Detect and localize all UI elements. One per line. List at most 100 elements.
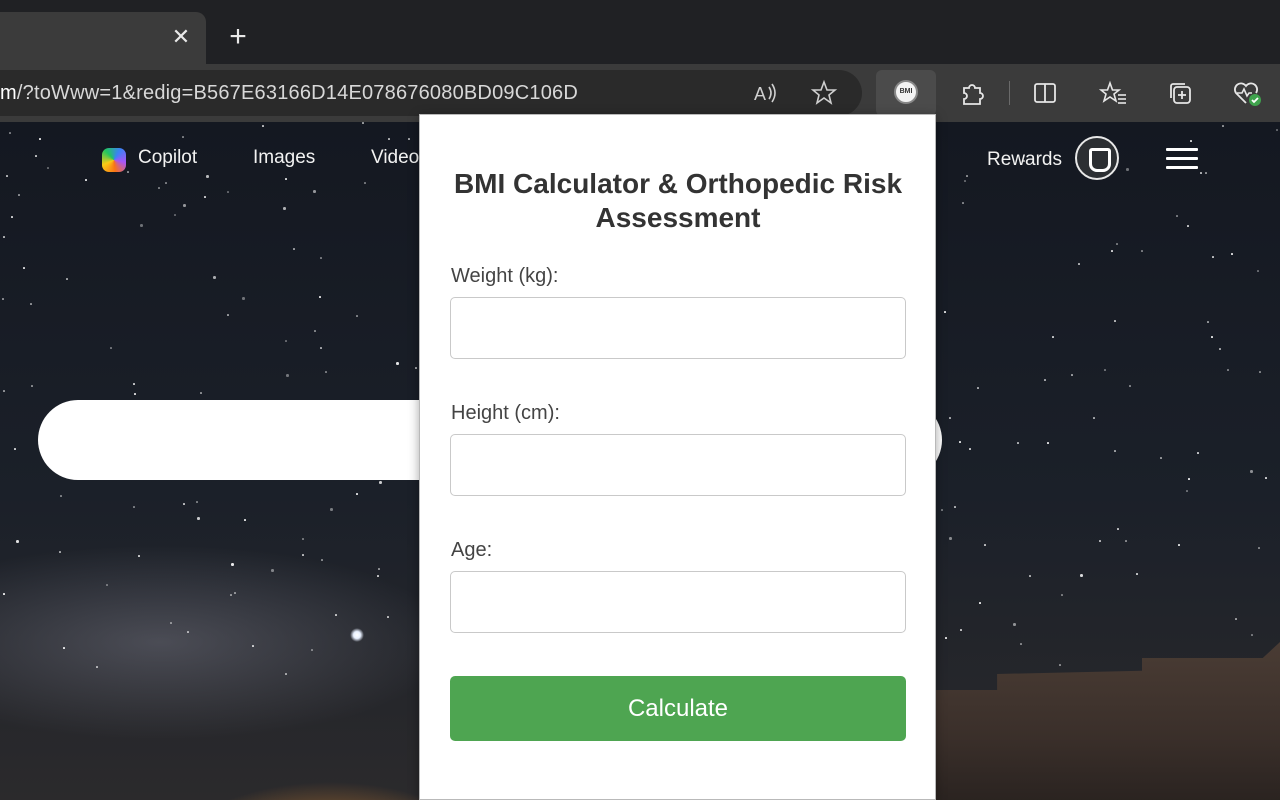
favorites-list-icon	[1098, 80, 1126, 104]
rewards-link[interactable]: Rewards	[987, 149, 1062, 171]
star	[320, 257, 322, 259]
star	[293, 248, 295, 250]
popup-title: BMI Calculator & Orthopedic Risk Assessm…	[453, 168, 903, 233]
star	[213, 276, 216, 279]
star	[1125, 540, 1127, 542]
age-input[interactable]	[450, 571, 906, 633]
collections-button[interactable]	[1157, 70, 1203, 116]
nav-video[interactable]: Video	[371, 147, 419, 169]
star	[231, 563, 234, 566]
star	[133, 506, 135, 508]
star	[3, 236, 5, 238]
star	[330, 508, 333, 511]
star	[1178, 544, 1180, 546]
star	[1114, 450, 1116, 452]
star	[1227, 369, 1229, 371]
star	[18, 194, 20, 196]
star	[200, 392, 202, 394]
star	[286, 374, 289, 377]
favorites-button[interactable]	[1090, 70, 1136, 116]
puzzle-icon	[963, 84, 984, 105]
star	[387, 616, 389, 618]
collections-icon	[1170, 83, 1191, 104]
star	[252, 645, 254, 647]
star	[140, 224, 143, 227]
star	[16, 540, 19, 543]
star	[954, 506, 956, 508]
browser-essentials-button[interactable]	[1224, 70, 1270, 116]
star	[31, 385, 33, 387]
star	[941, 509, 943, 511]
star	[1080, 574, 1083, 577]
star	[319, 296, 321, 298]
star	[234, 592, 236, 594]
star	[1219, 348, 1221, 350]
star	[1259, 371, 1261, 373]
star	[138, 555, 140, 557]
star	[63, 647, 65, 649]
star	[302, 554, 304, 556]
star	[183, 503, 185, 505]
star	[283, 207, 286, 210]
height-label: Height (cm):	[451, 402, 560, 424]
star	[1188, 478, 1190, 480]
close-tab-icon[interactable]: ✕	[170, 26, 192, 48]
read-aloud-icon[interactable]: A	[751, 79, 779, 107]
star	[230, 594, 232, 596]
star	[962, 202, 964, 204]
star	[356, 315, 358, 317]
rewards-medal-icon[interactable]	[1075, 136, 1119, 180]
browser-tab[interactable]: ✕	[0, 12, 206, 64]
star	[2, 298, 4, 300]
star	[3, 390, 5, 392]
star	[977, 387, 979, 389]
star	[320, 347, 322, 349]
star-icon[interactable]	[810, 79, 838, 107]
star	[110, 347, 112, 349]
calculate-button[interactable]: Calculate	[450, 676, 906, 741]
landscape-ruins	[935, 642, 1280, 800]
star	[1078, 263, 1080, 265]
star	[60, 495, 62, 497]
star	[96, 666, 98, 668]
url-text[interactable]: m/?toWww=1&redig=B567E63166D14E078676080…	[0, 82, 578, 105]
star	[1052, 336, 1054, 338]
extensions-button[interactable]	[949, 70, 995, 116]
star	[1044, 379, 1046, 381]
star	[949, 417, 951, 419]
weight-input[interactable]	[450, 297, 906, 359]
height-input[interactable]	[450, 434, 906, 496]
new-tab-button[interactable]: +	[222, 22, 254, 54]
star	[1047, 442, 1049, 444]
age-label: Age:	[451, 539, 493, 561]
url-host: m	[0, 82, 17, 104]
nav-images[interactable]: Images	[253, 147, 315, 169]
star	[1251, 634, 1253, 636]
nav-copilot[interactable]: Copilot	[138, 147, 197, 169]
star	[1176, 215, 1178, 217]
tab-strip: ✕ +	[0, 0, 1280, 64]
star	[242, 297, 245, 300]
address-bar[interactable]: m/?toWww=1&redig=B567E63166D14E078676080…	[0, 70, 862, 116]
heart-pulse-icon	[1234, 82, 1261, 106]
bmi-extension-button[interactable]: BMI	[876, 70, 936, 116]
star	[1129, 385, 1131, 387]
star	[1020, 643, 1022, 645]
star	[945, 637, 947, 639]
bright-star	[350, 628, 364, 642]
star	[1211, 336, 1213, 338]
menu-icon[interactable]	[1166, 148, 1198, 170]
star	[1186, 490, 1188, 492]
star	[59, 551, 61, 553]
star	[1136, 573, 1138, 575]
star	[1061, 594, 1063, 596]
star	[979, 602, 981, 604]
star	[204, 196, 206, 198]
star	[1099, 540, 1101, 542]
star	[378, 568, 380, 570]
toolbar-divider	[1009, 81, 1010, 105]
star	[3, 593, 5, 595]
star	[960, 629, 962, 631]
star	[244, 519, 246, 521]
split-screen-button[interactable]	[1022, 70, 1068, 116]
